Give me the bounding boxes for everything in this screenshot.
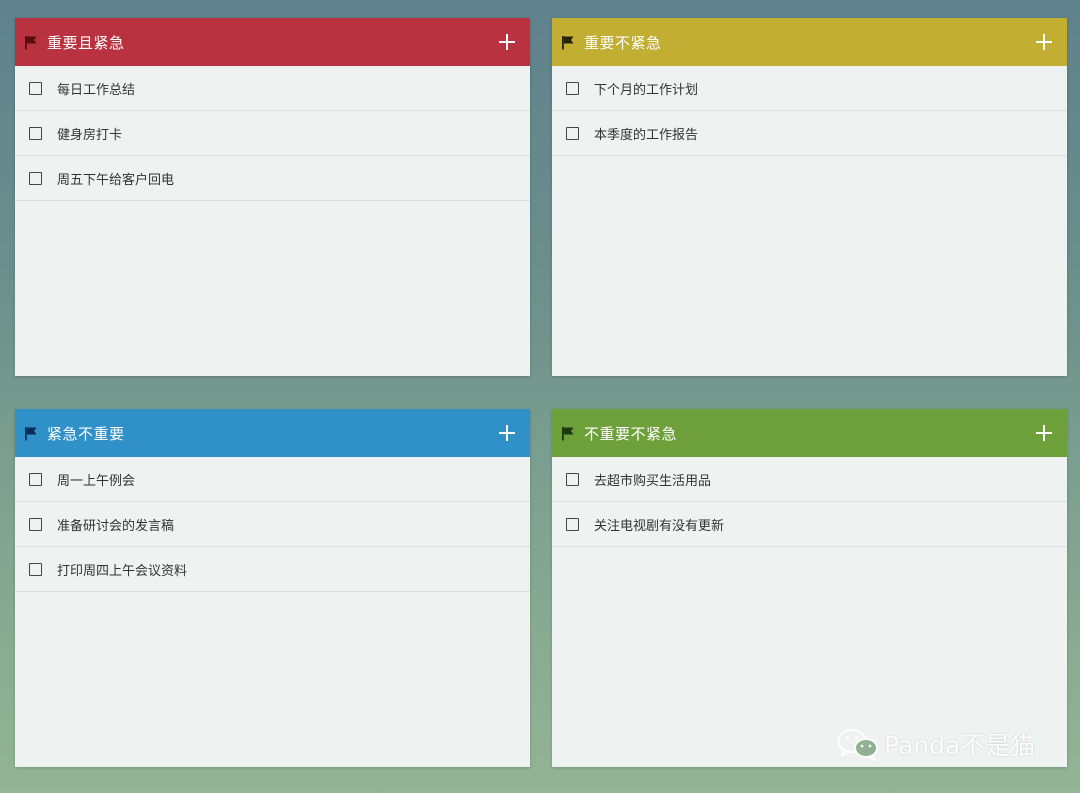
flag-icon [24, 35, 38, 50]
quadrant-title: 紧急不重要 [47, 424, 125, 443]
task-label: 打印周四上午会议资料 [57, 563, 188, 579]
task-label: 本季度的工作报告 [594, 127, 699, 143]
quadrant-urgent-not-important: 紧急不重要 周一上午例会 准备研讨会的发言稿 打印周四上午会议资料 [15, 409, 530, 767]
task-item: 每日工作总结 [15, 66, 530, 111]
flag-icon [561, 426, 575, 441]
flag-icon [24, 426, 38, 441]
task-checkbox[interactable] [566, 517, 579, 531]
quadrant-header: 重要不紧急 [552, 18, 1067, 66]
task-item: 准备研讨会的发言稿 [15, 502, 530, 547]
task-label: 去超市购买生活用品 [594, 473, 712, 489]
add-task-button[interactable] [1035, 33, 1053, 51]
task-item: 周五下午给客户回电 [15, 156, 530, 201]
task-checkbox[interactable] [29, 81, 42, 95]
task-item: 健身房打卡 [15, 111, 530, 156]
task-label: 周一上午例会 [57, 473, 136, 489]
task-item: 打印周四上午会议资料 [15, 547, 530, 592]
task-item: 周一上午例会 [15, 457, 530, 502]
task-checkbox[interactable] [566, 126, 579, 140]
task-checkbox[interactable] [29, 562, 42, 576]
task-label: 每日工作总结 [57, 82, 136, 98]
wechat-icon [836, 726, 880, 762]
task-label: 下个月的工作计划 [594, 82, 699, 98]
task-checkbox[interactable] [29, 171, 42, 185]
add-task-button[interactable] [498, 33, 516, 51]
task-label: 周五下午给客户回电 [57, 172, 175, 188]
quadrant-title: 重要且紧急 [47, 33, 125, 52]
task-item: 下个月的工作计划 [552, 66, 1067, 111]
quadrant-not-important-not-urgent: 不重要不紧急 去超市购买生活用品 关注电视剧有没有更新 [552, 409, 1067, 767]
task-checkbox[interactable] [566, 472, 579, 486]
task-item: 关注电视剧有没有更新 [552, 502, 1067, 547]
watermark: Panda不是猫 [836, 726, 1035, 762]
task-label: 健身房打卡 [57, 127, 123, 143]
task-label: 准备研讨会的发言稿 [57, 518, 175, 534]
task-label: 关注电视剧有没有更新 [594, 518, 725, 534]
flag-icon [561, 35, 575, 50]
quadrant-title: 重要不紧急 [584, 33, 662, 52]
quadrant-important-urgent: 重要且紧急 每日工作总结 健身房打卡 周五下午给客户回电 [15, 18, 530, 376]
task-checkbox[interactable] [29, 517, 42, 531]
quadrant-header: 紧急不重要 [15, 409, 530, 457]
quadrant-title: 不重要不紧急 [584, 424, 678, 443]
add-task-button[interactable] [1035, 424, 1053, 442]
quadrant-header: 重要且紧急 [15, 18, 530, 66]
task-item: 本季度的工作报告 [552, 111, 1067, 156]
add-task-button[interactable] [498, 424, 516, 442]
quadrant-important-not-urgent: 重要不紧急 下个月的工作计划 本季度的工作报告 [552, 18, 1067, 376]
task-item: 去超市购买生活用品 [552, 457, 1067, 502]
quadrant-header: 不重要不紧急 [552, 409, 1067, 457]
task-checkbox[interactable] [29, 126, 42, 140]
task-checkbox[interactable] [566, 81, 579, 95]
watermark-text: Panda不是猫 [884, 731, 1036, 760]
task-checkbox[interactable] [29, 472, 42, 486]
